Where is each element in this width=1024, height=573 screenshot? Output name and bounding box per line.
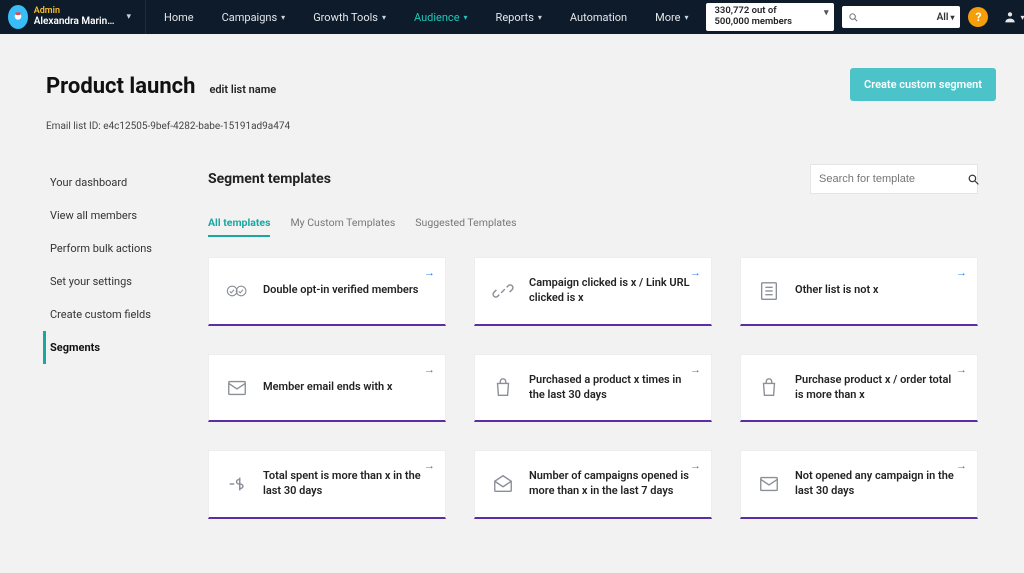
tab-suggested-templates[interactable]: Suggested Templates xyxy=(415,216,516,237)
page-title: Product launch xyxy=(46,74,195,99)
search-icon xyxy=(967,173,980,186)
chevron-down-icon: ▾ xyxy=(684,13,688,22)
nav-item-growth-tools[interactable]: Growth Tools▾ xyxy=(299,0,400,34)
email-list-id: Email list ID: e4c12505-9bef-4282-babe-1… xyxy=(46,121,978,132)
template-card-label: Total spent is more than x in the last 3… xyxy=(263,469,427,499)
sidebar-item-view-all-members[interactable]: View all members xyxy=(43,199,186,232)
sidebar-item-perform-bulk-actions[interactable]: Perform bulk actions xyxy=(43,232,186,265)
template-search-input[interactable] xyxy=(819,173,961,185)
sidebar-item-set-your-settings[interactable]: Set your settings xyxy=(43,265,186,298)
template-card[interactable]: →Total spent is more than x in the last … xyxy=(208,450,446,519)
nav-item-campaigns[interactable]: Campaigns▾ xyxy=(208,0,300,34)
search-icon xyxy=(848,12,859,23)
nav-item-reports[interactable]: Reports▾ xyxy=(482,0,556,34)
tab-my-custom-templates[interactable]: My Custom Templates xyxy=(290,216,395,237)
template-card-label: Campaign clicked is x / Link URL clicked… xyxy=(529,276,693,306)
arrow-right-icon: → xyxy=(690,266,701,279)
template-card-label: Purchased a product x times in the last … xyxy=(529,373,693,403)
global-search-input[interactable] xyxy=(865,12,925,23)
edit-list-name-link[interactable]: edit list name xyxy=(209,83,276,96)
template-card-label: Member email ends with x xyxy=(263,380,393,395)
dollar-icon xyxy=(225,472,249,496)
nav-item-home[interactable]: Home xyxy=(150,0,208,34)
avatar xyxy=(8,5,28,29)
app-header: Admin Alexandra Marin… ▾ HomeCampaigns▾G… xyxy=(0,0,1024,34)
member-counter-line2: 500,000 members xyxy=(714,17,812,28)
template-card[interactable]: → Other list is not x xyxy=(740,257,978,326)
list-doc-icon xyxy=(757,279,781,303)
arrow-right-icon: → xyxy=(424,363,435,376)
nav-item-audience[interactable]: Audience▾ xyxy=(400,0,482,34)
template-card[interactable]: → Double opt-in verified members xyxy=(208,257,446,326)
template-card-label: Not opened any campaign in the last 30 d… xyxy=(795,469,959,499)
shopping-bag-icon xyxy=(757,376,781,400)
link-icon xyxy=(491,279,515,303)
template-card-label: Purchase product x / order total is more… xyxy=(795,373,959,403)
chevron-down-icon: ▾ xyxy=(464,13,468,22)
account-switcher[interactable]: Admin Alexandra Marin… ▾ xyxy=(6,0,146,34)
arrow-right-icon: → xyxy=(690,459,701,472)
arrow-right-icon: → xyxy=(424,266,435,279)
top-nav: HomeCampaigns▾Growth Tools▾Audience▾Repo… xyxy=(150,0,702,34)
sidebar-item-segments[interactable]: Segments xyxy=(43,331,186,364)
profile-menu[interactable]: ▾ xyxy=(996,9,1024,25)
search-scope-select[interactable]: All ▾ xyxy=(937,12,955,23)
template-search[interactable] xyxy=(810,164,978,194)
chevron-down-icon: ▾ xyxy=(382,13,386,22)
open-envelope-icon xyxy=(491,472,515,496)
envelope-icon xyxy=(757,472,781,496)
template-card-label: Other list is not x xyxy=(795,283,878,298)
arrow-right-icon: → xyxy=(956,266,967,279)
template-card-label: Number of campaigns opened is more than … xyxy=(529,469,693,499)
chevron-down-icon: ▾ xyxy=(281,13,285,22)
chevron-down-icon: ▾ xyxy=(538,13,542,22)
template-card[interactable]: → Member email ends with x xyxy=(208,354,446,423)
chevron-down-icon: ▾ xyxy=(120,12,137,22)
sidebar-item-your-dashboard[interactable]: Your dashboard xyxy=(43,166,186,199)
member-counter[interactable]: 330,772 out of 500,000 members xyxy=(706,3,834,31)
arrow-right-icon: → xyxy=(690,363,701,376)
tab-all-templates[interactable]: All templates xyxy=(208,216,270,237)
template-card[interactable]: →Purchase product x / order total is mor… xyxy=(740,354,978,423)
admin-label: Admin xyxy=(34,7,115,17)
template-card[interactable]: →Campaign clicked is x / Link URL clicke… xyxy=(474,257,712,326)
arrow-right-icon: → xyxy=(424,459,435,472)
arrow-right-icon: → xyxy=(956,363,967,376)
arrow-right-icon: → xyxy=(956,459,967,472)
template-card[interactable]: →Number of campaigns opened is more than… xyxy=(474,450,712,519)
help-button[interactable]: ? xyxy=(968,7,988,27)
double-check-icon xyxy=(225,279,249,303)
nav-item-automation[interactable]: Automation xyxy=(556,0,641,34)
side-nav: Your dashboardView all membersPerform bu… xyxy=(46,164,186,519)
nav-item-more[interactable]: More▾ xyxy=(641,0,702,34)
envelope-icon xyxy=(225,376,249,400)
global-search[interactable]: All ▾ xyxy=(842,6,960,28)
template-card-label: Double opt-in verified members xyxy=(263,283,418,298)
template-card[interactable]: →Not opened any campaign in the last 30 … xyxy=(740,450,978,519)
sidebar-item-create-custom-fields[interactable]: Create custom fields xyxy=(43,298,186,331)
segment-templates-heading: Segment templates xyxy=(208,171,331,187)
template-card[interactable]: →Purchased a product x times in the last… xyxy=(474,354,712,423)
template-grid: →Double opt-in verified members→Campaign… xyxy=(208,257,978,519)
user-name: Alexandra Marin… xyxy=(34,16,115,27)
create-custom-segment-button[interactable]: Create custom segment xyxy=(850,68,996,101)
template-tabs: All templates My Custom Templates Suggeste… xyxy=(208,216,978,237)
chevron-down-icon: ▾ xyxy=(950,13,954,22)
shopping-bag-icon xyxy=(491,376,515,400)
chevron-down-icon: ▾ xyxy=(1020,13,1024,22)
